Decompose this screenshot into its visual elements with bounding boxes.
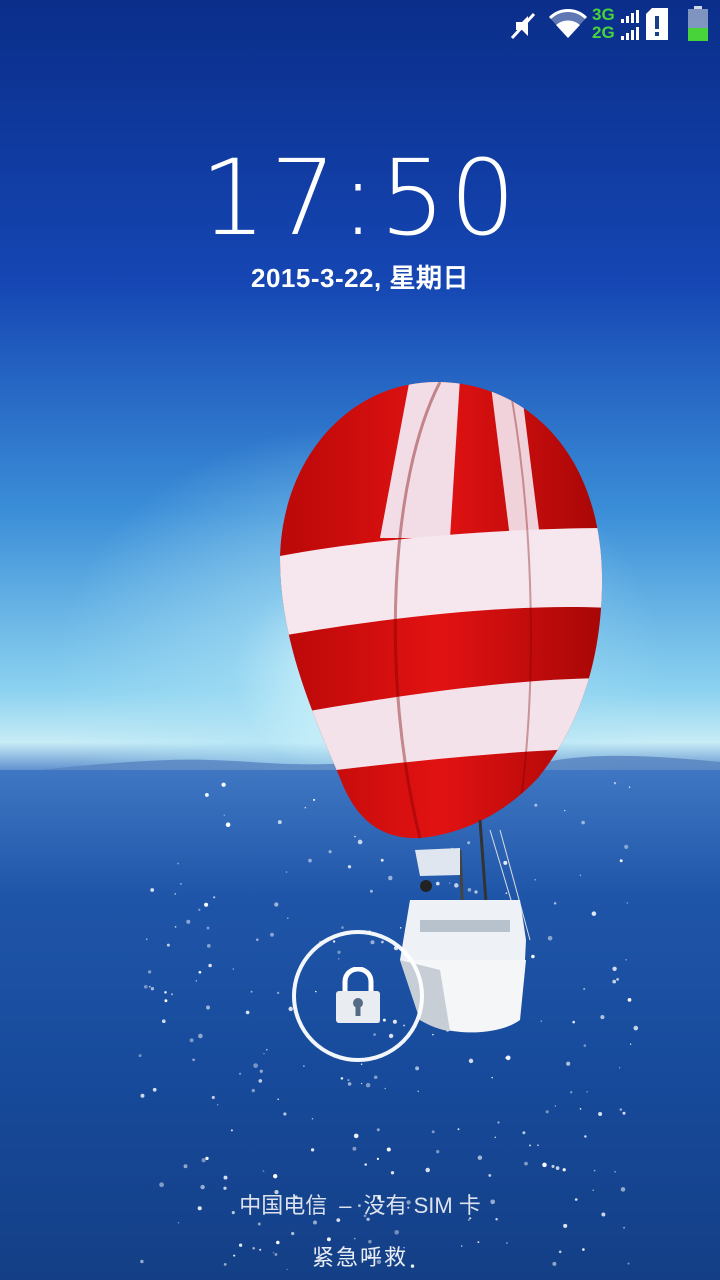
battery-icon (688, 6, 708, 41)
lockscreen-date: 2015-3-22, 星期日 (0, 258, 720, 295)
date-value: 2015-3-22 (250, 263, 375, 293)
wifi-icon (548, 9, 588, 38)
network-type: 3G 2G (592, 6, 615, 42)
carrier-separator: – (339, 1193, 352, 1218)
mute-icon (510, 12, 536, 40)
emergency-call-button[interactable]: 紧急呼救 (0, 1240, 720, 1272)
lock-screen: 3G 2G 17:50 2015-3-22, 星期日 中国电信 – 没有 SIM… (0, 0, 720, 1280)
sim-status: 没有 SIM 卡 (363, 1193, 481, 1218)
carrier-info: 中国电信 – 没有 SIM 卡 (0, 1188, 720, 1220)
weekday-value: 星期日 (389, 263, 469, 293)
sim-alert-icon (646, 8, 668, 40)
lock-icon (336, 967, 380, 1023)
network-type-bottom: 2G (592, 23, 615, 42)
signal-icon (621, 10, 639, 40)
status-bar: 3G 2G (0, 0, 720, 48)
carrier-name: 中国电信 (239, 1193, 328, 1218)
network-type-top: 3G (592, 5, 615, 24)
unlock-handle[interactable] (292, 930, 424, 1062)
lockscreen-clock: 17:50 (200, 137, 520, 259)
balloon-sail (280, 381, 603, 839)
date-separator: , (374, 263, 390, 293)
